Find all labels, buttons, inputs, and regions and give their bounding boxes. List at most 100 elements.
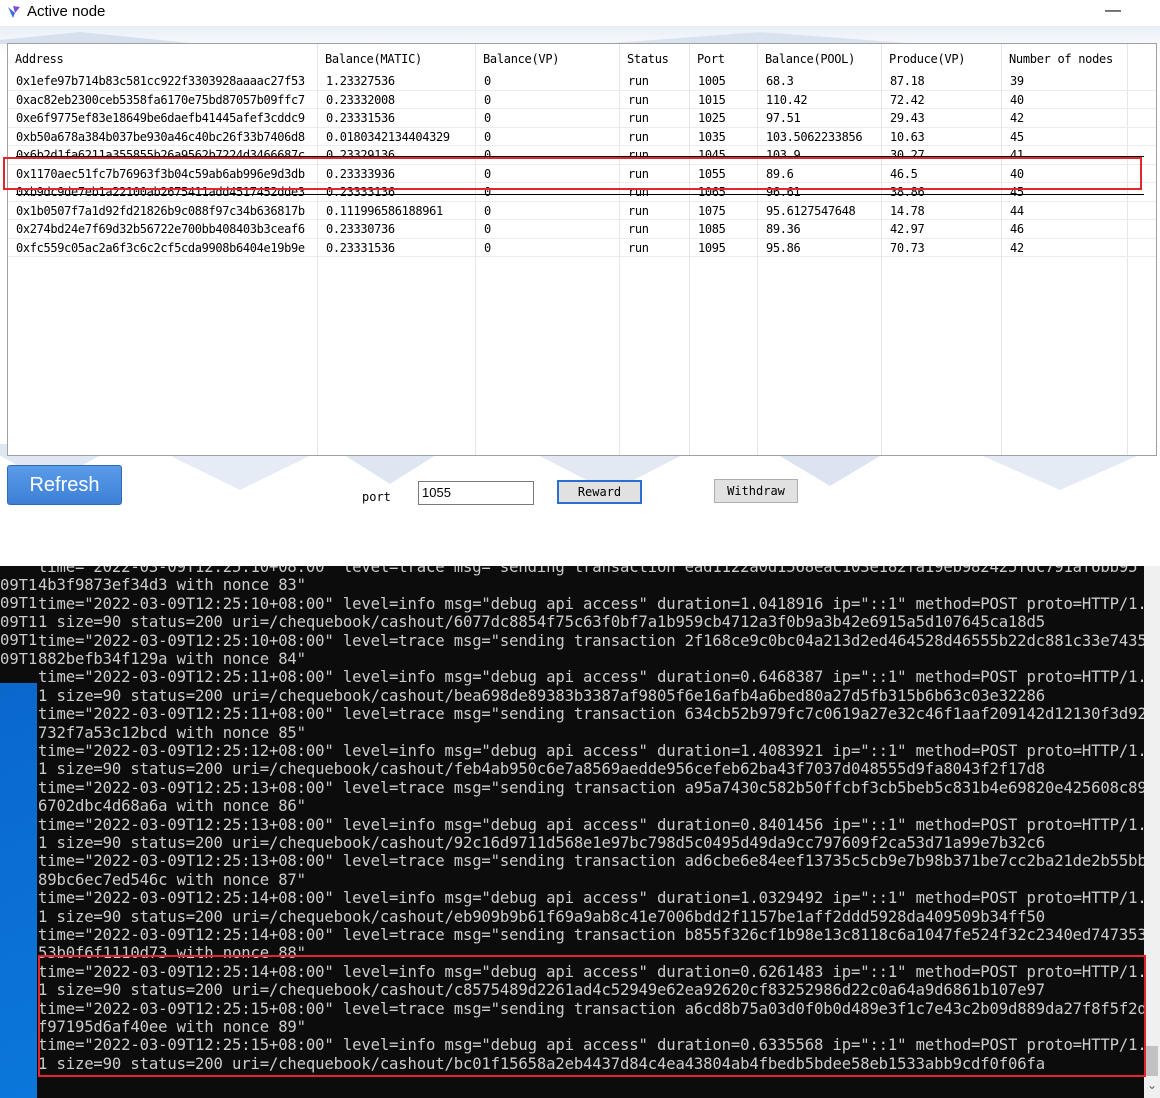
reward-button[interactable]: Reward	[557, 480, 642, 504]
cell-number-of-nodes: 39	[1010, 74, 1024, 88]
cell-port: 1035	[698, 129, 726, 144]
column-header-port[interactable]: Port	[690, 44, 758, 72]
cell-balance-vp: 0	[484, 240, 491, 255]
cell-balance-vp: 0	[484, 74, 491, 88]
cell-balance-vp: 0	[484, 111, 491, 125]
cell-status: run	[628, 92, 649, 107]
cell-balance-matic: 0.23329136	[326, 148, 395, 162]
table-row[interactable]: 0x1b0507f7a1d92fd21826b9c088f97c34b63681…	[8, 202, 1156, 220]
scrollbar-thumb[interactable]	[1146, 1046, 1158, 1076]
table-row[interactable]: 0xb9dc9de7eb1a22100ab2675411add4517452dd…	[8, 183, 1156, 202]
console-line: 1 size=90 status=200 uri=/chequebook/cas…	[38, 907, 1045, 926]
cell-address: 0x1170aec51fc7b76963f3b04c59ab6ab996e9d3…	[16, 166, 305, 181]
cell-produce-vp: 38.86	[890, 185, 925, 199]
cell-number-of-nodes: 44	[1010, 203, 1024, 218]
cell-balance-vp: 0	[484, 92, 491, 107]
table-row[interactable]: 0xb50a678a384b037be930a46c40bc26f33b7406…	[8, 128, 1156, 146]
cell-port: 1015	[698, 92, 726, 107]
console-line: 1 size=90 status=200 uri=/chequebook/cas…	[38, 834, 1045, 852]
cell-status: run	[628, 222, 649, 236]
console-line: time="2022-03-09T12:25:10+08:00" level=t…	[38, 566, 1138, 576]
cell-balance-pool: 110.42	[766, 92, 808, 107]
cell-address: 0xac82eb2300ceb5358fa6170e75bd87057b09ff…	[16, 92, 305, 107]
table-row[interactable]: 0x274bd24e7f69d32b56722e700bb408403b3cea…	[8, 220, 1156, 239]
column-header-status[interactable]: Status	[620, 44, 690, 72]
cell-balance-pool: 68.3	[766, 74, 794, 88]
refresh-button[interactable]: Refresh	[7, 465, 122, 505]
cell-address: 0x274bd24e7f69d32b56722e700bb408403b3cea…	[16, 222, 305, 236]
cell-number-of-nodes: 40	[1010, 92, 1024, 107]
cell-address: 0x6b2d1fa6211a355855b26a9562b7224d346668…	[16, 148, 305, 162]
cell-balance-matic: 0.0180342134404329	[326, 129, 450, 144]
console-line: time="2022-03-09T12:25:12+08:00" level=i…	[38, 742, 1144, 760]
console-line: 53b0f6f1110d73 with nonce 88"	[38, 944, 306, 963]
console-scrollbar[interactable]: ⌄	[1144, 566, 1160, 1098]
table-row[interactable]: 0x1170aec51fc7b76963f3b04c59ab6ab996e9d3…	[8, 165, 1156, 183]
cell-balance-vp: 0	[484, 203, 491, 218]
cell-port: 1005	[698, 74, 726, 88]
cell-produce-vp: 29.43	[890, 111, 925, 125]
cell-produce-vp: 72.42	[890, 92, 925, 107]
cell-address: 0x1efe97b714b83c581cc922f3303928aaaac27f…	[16, 74, 305, 88]
cell-produce-vp: 14.78	[890, 203, 925, 218]
console-line: 882befb34f129a with nonce 84"	[38, 650, 306, 668]
cell-status: run	[628, 185, 649, 199]
cell-produce-vp: 42.97	[890, 222, 925, 236]
cell-number-of-nodes: 41	[1010, 148, 1024, 162]
cell-balance-pool: 96.61	[766, 185, 801, 199]
console-line: time="2022-03-09T12:25:10+08:00" level=t…	[38, 631, 1144, 650]
cell-balance-matic: 0.23333136	[326, 185, 395, 199]
cell-number-of-nodes: 42	[1010, 111, 1024, 125]
cell-balance-matic: 0.23330736	[326, 222, 395, 236]
console-line: 1 size=90 status=200 uri=/chequebook/cas…	[38, 1054, 1045, 1073]
console-line: time="2022-03-09T12:25:14+08:00" level=t…	[38, 926, 1144, 944]
column-header-produce-vp[interactable]: Produce(VP)	[882, 44, 1002, 72]
close-button[interactable]	[1140, 0, 1160, 24]
cell-balance-pool: 103.5062233856	[766, 129, 863, 144]
console-line: time="2022-03-09T12:25:13+08:00" level=i…	[38, 815, 1144, 834]
cell-number-of-nodes: 46	[1010, 222, 1024, 236]
cell-balance-pool: 89.6	[766, 166, 794, 181]
cell-port: 1085	[698, 222, 726, 236]
cell-number-of-nodes: 45	[1010, 129, 1024, 144]
cell-status: run	[628, 148, 649, 162]
window-title: Active node	[27, 3, 106, 20]
cell-port: 1045	[698, 148, 726, 162]
cell-port: 1025	[698, 111, 726, 125]
console-line: time="2022-03-09T12:25:13+08:00" level=t…	[38, 852, 1144, 871]
app-logo-icon	[8, 6, 20, 18]
cell-balance-vp: 0	[484, 166, 491, 181]
column-header-balance-vp[interactable]: Balance(VP)	[476, 44, 620, 72]
scroll-down-arrow-icon[interactable]: ⌄	[1147, 1078, 1157, 1092]
background-console-line: 09T1	[0, 576, 38, 594]
cell-port: 1055	[698, 166, 726, 181]
console-line: time="2022-03-09T12:25:11+08:00" level=i…	[38, 668, 1144, 687]
nodes-grid[interactable]: Address Balance(MATIC) Balance(VP) Status Po…	[3, 43, 1157, 456]
port-input[interactable]: 1055	[418, 481, 534, 505]
cell-balance-matic: 0.23331536	[326, 111, 395, 125]
console-line: time="2022-03-09T12:25:10+08:00" level=i…	[38, 594, 1144, 613]
cell-address: 0xb50a678a384b037be930a46c40bc26f33b7406…	[16, 129, 305, 144]
highlight-overlap-line	[16, 194, 1144, 195]
cell-status: run	[628, 203, 649, 218]
cell-balance-pool: 95.86	[766, 240, 801, 255]
cell-status: run	[628, 166, 649, 181]
column-header-address[interactable]: Address	[8, 44, 318, 72]
table-row[interactable]: 0x1efe97b714b83c581cc922f3303928aaaac27f…	[8, 72, 1156, 91]
column-header-number-of-nodes[interactable]: Number of nodes	[1002, 44, 1128, 72]
column-header-balance-matic[interactable]: Balance(MATIC)	[318, 44, 476, 72]
console-line: f97195d6af40ee with nonce 89"	[38, 1018, 306, 1036]
console-output[interactable]: time="2022-03-09T12:25:10+08:00" level=t…	[37, 566, 1144, 1098]
table-row[interactable]: 0xac82eb2300ceb5358fa6170e75bd87057b09ff…	[8, 91, 1156, 109]
column-header-balance-pool[interactable]: Balance(POOL)	[758, 44, 882, 72]
table-row[interactable]: 0xe6f9775ef83e18649be6daefb41445afef3cdd…	[8, 109, 1156, 128]
cell-number-of-nodes: 45	[1010, 185, 1024, 199]
minimize-button[interactable]: —	[1098, 0, 1128, 24]
table-row[interactable]: 0xfc559c05ac2a6f3c6c2cf5cda9908b6404e19b…	[8, 239, 1156, 257]
cell-port: 1065	[698, 185, 726, 199]
withdraw-button[interactable]: Withdraw	[714, 479, 798, 503]
cell-produce-vp: 30.27	[890, 148, 925, 162]
console-line: 1 size=90 status=200 uri=/chequebook/cas…	[38, 613, 1045, 632]
cell-address: 0xb9dc9de7eb1a22100ab2675411add4517452dd…	[16, 185, 305, 199]
cell-balance-vp: 0	[484, 222, 491, 236]
